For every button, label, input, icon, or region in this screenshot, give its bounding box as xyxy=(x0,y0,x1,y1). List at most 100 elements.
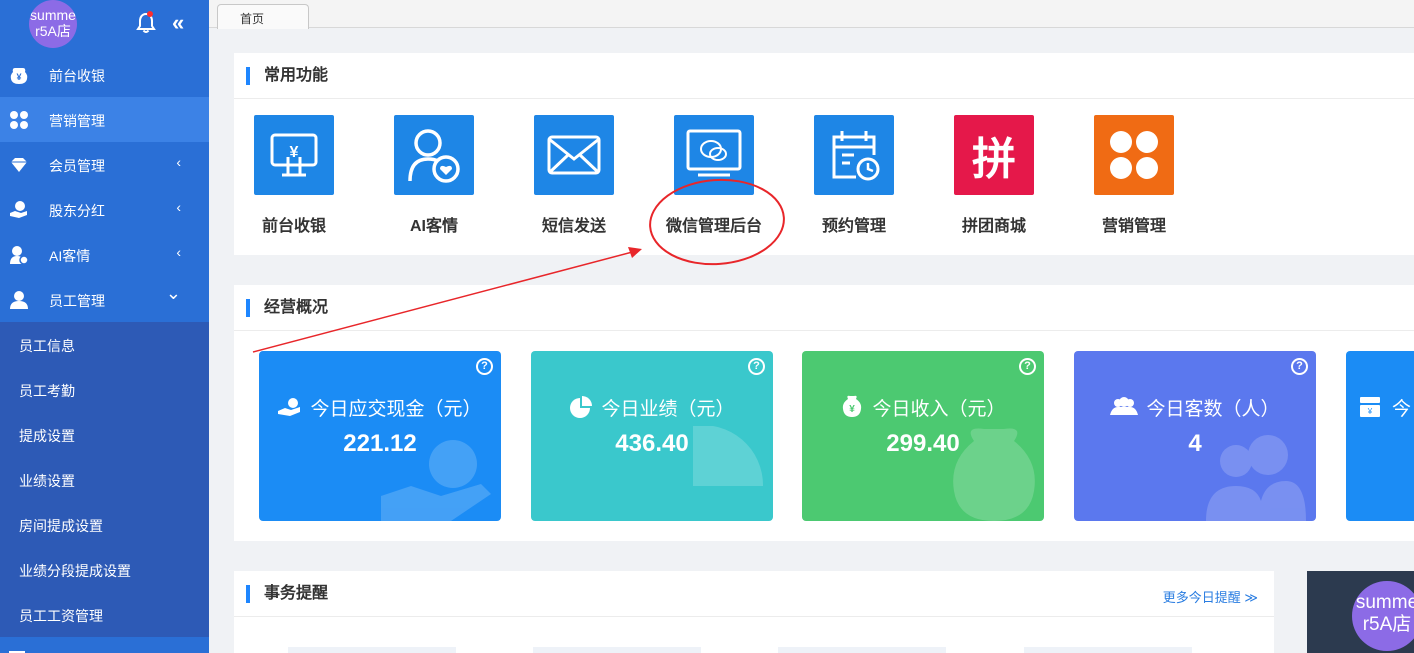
diamond-icon xyxy=(11,158,27,172)
card-title: 今日业绩（元） xyxy=(531,394,773,421)
sidebar-header: summe r5A店 « xyxy=(0,0,209,52)
collapse-sidebar-icon[interactable]: « xyxy=(172,10,184,36)
avatar-line-2: r5A店 xyxy=(1362,614,1412,635)
menu-item-marketing[interactable]: 营销管理 xyxy=(0,97,209,142)
menu-item-shareholder[interactable]: 股东分红 ‹ xyxy=(0,187,209,232)
menu-item-members[interactable]: 会员管理 ‹ xyxy=(0,142,209,187)
menu-item-staff[interactable]: 员工管理 ⌄ xyxy=(0,277,209,322)
card-title: ¥ 今 xyxy=(1346,394,1414,421)
card-title: ¥ 今日收入（元） xyxy=(802,394,1044,421)
card-partial[interactable]: ¥ 今 xyxy=(1346,351,1414,521)
sub-item-label: 提成设置 xyxy=(19,428,75,444)
func-group-buy[interactable]: 拼 拼团商城 xyxy=(934,115,1054,236)
envelope-icon-svg xyxy=(547,135,601,175)
menu-label: 会员管理 xyxy=(49,158,105,174)
divider xyxy=(234,616,1274,617)
menu-label: 股东分红 xyxy=(49,203,105,219)
calendar-clock-icon xyxy=(814,115,894,195)
menu-item-next[interactable] xyxy=(0,637,209,653)
panel-title: 常用功能 xyxy=(246,67,328,85)
store-avatar[interactable]: summe r5A店 xyxy=(29,0,77,48)
avatar-line-1: summe xyxy=(30,7,76,23)
money-bag-icon: ¥ xyxy=(843,395,862,417)
sub-item-label: 房间提成设置 xyxy=(19,518,103,534)
svg-text:¥: ¥ xyxy=(850,404,856,415)
wechat-monitor-icon-svg xyxy=(686,129,742,177)
hand-coin-icon xyxy=(278,398,301,416)
reminder-placeholder xyxy=(288,647,456,653)
sub-item-label: 业绩分段提成设置 xyxy=(19,563,131,579)
help-icon[interactable]: ? xyxy=(1019,358,1036,375)
panel-title: 经营概况 xyxy=(246,299,328,317)
more-reminders-link[interactable]: 更多今日提醒 ≫ xyxy=(1163,587,1258,606)
sub-item-performance-settings[interactable]: 业绩设置 xyxy=(0,457,209,502)
func-sms[interactable]: 短信发送 xyxy=(514,115,634,236)
card-value: 436.40 xyxy=(615,430,689,457)
sub-item-commission-settings[interactable]: 提成设置 xyxy=(0,412,209,457)
bell-icon[interactable] xyxy=(136,12,156,34)
func-marketing[interactable]: 营销管理 xyxy=(1074,115,1194,236)
svg-text:¥: ¥ xyxy=(290,144,299,161)
yen-coin-icon: ¥ xyxy=(10,68,28,84)
pie-chart-icon xyxy=(570,396,593,418)
func-label: 微信管理后台 xyxy=(665,218,762,235)
card-title-text: 今日客数（人） xyxy=(1146,399,1280,420)
card-title-text: 今日应交现金（元） xyxy=(310,399,482,420)
pin-glyph: 拼 xyxy=(972,135,1016,184)
func-ai-customer[interactable]: AI客情 xyxy=(374,115,494,236)
menu-label: 员工管理 xyxy=(49,293,105,309)
card-value: 221.12 xyxy=(343,430,417,457)
sub-item-payroll[interactable]: 员工工资管理 xyxy=(0,592,209,637)
user-heart-icon xyxy=(10,246,29,265)
user-heart-icon xyxy=(394,115,474,195)
card-value: 4 xyxy=(1188,430,1202,457)
card-title-text: 今 xyxy=(1392,399,1412,420)
divider xyxy=(234,330,1414,331)
sub-item-staff-attendance[interactable]: 员工考勤 xyxy=(0,367,209,412)
sidebar: summe r5A店 « ¥ 前台收银 营销管理 会员管理 ‹ 股东分红 ‹ A… xyxy=(0,0,209,653)
card-cash-due[interactable]: ? 今日应交现金（元） 221.12 xyxy=(259,351,501,521)
sub-item-tiered-commission[interactable]: 业绩分段提成设置 xyxy=(0,547,209,592)
chevron-left-icon: ‹ xyxy=(176,154,181,170)
help-icon[interactable]: ? xyxy=(476,358,493,375)
wechat-monitor-icon xyxy=(674,115,754,195)
card-performance[interactable]: ? 今日业绩（元） 436.40 xyxy=(531,351,773,521)
func-cashier[interactable]: ¥ 前台收银 xyxy=(234,115,354,236)
func-appointment[interactable]: 预约管理 xyxy=(794,115,914,236)
func-wechat-admin[interactable]: 微信管理后台 xyxy=(654,115,774,236)
reminder-placeholder xyxy=(533,647,701,653)
reminders-panel: 事务提醒 更多今日提醒 ≫ xyxy=(234,571,1274,653)
menu-item-ai-customer[interactable]: AI客情 ‹ xyxy=(0,232,209,277)
reminder-placeholder xyxy=(778,647,946,653)
sub-item-staff-info[interactable]: 员工信息 xyxy=(0,322,209,367)
func-label: AI客情 xyxy=(409,218,458,235)
func-label: 营销管理 xyxy=(1101,218,1166,235)
chevron-left-icon: ‹ xyxy=(176,199,181,215)
clover-icon-svg xyxy=(1110,131,1158,179)
help-icon[interactable]: ? xyxy=(748,358,765,375)
chevron-down-icon: ⌄ xyxy=(165,283,181,303)
svg-text:¥: ¥ xyxy=(16,72,21,82)
hand-coin-icon xyxy=(10,201,27,218)
chevron-left-icon: ‹ xyxy=(176,244,181,260)
func-label: 前台收银 xyxy=(261,218,326,235)
func-label: 短信发送 xyxy=(541,218,606,235)
sub-item-label: 员工信息 xyxy=(19,338,75,354)
tab-home[interactable]: 首页 xyxy=(217,4,309,29)
help-icon[interactable]: ? xyxy=(1291,358,1308,375)
avatar-line-2: r5A店 xyxy=(35,23,71,39)
sub-item-label: 员工考勤 xyxy=(19,383,75,399)
store-avatar-large[interactable]: summe r5A店 xyxy=(1352,581,1414,651)
divider xyxy=(234,98,1414,99)
avatar-line-1: summe xyxy=(1355,592,1414,613)
card-title-text: 今日收入（元） xyxy=(872,399,1006,420)
card-customers[interactable]: ? 今日客数（人） 4 xyxy=(1074,351,1316,521)
reminder-placeholder xyxy=(1024,647,1192,653)
store-widget: summe r5A店 xyxy=(1307,571,1414,653)
cashier-icon-svg: ¥ xyxy=(270,133,318,177)
card-income[interactable]: ? ¥ 今日收入（元） 299.40 xyxy=(802,351,1044,521)
menu-item-cashier[interactable]: ¥ 前台收银 xyxy=(0,52,209,97)
card-value: 299.40 xyxy=(886,430,960,457)
card-title: 今日客数（人） xyxy=(1074,394,1316,421)
sub-item-room-commission[interactable]: 房间提成设置 xyxy=(0,502,209,547)
